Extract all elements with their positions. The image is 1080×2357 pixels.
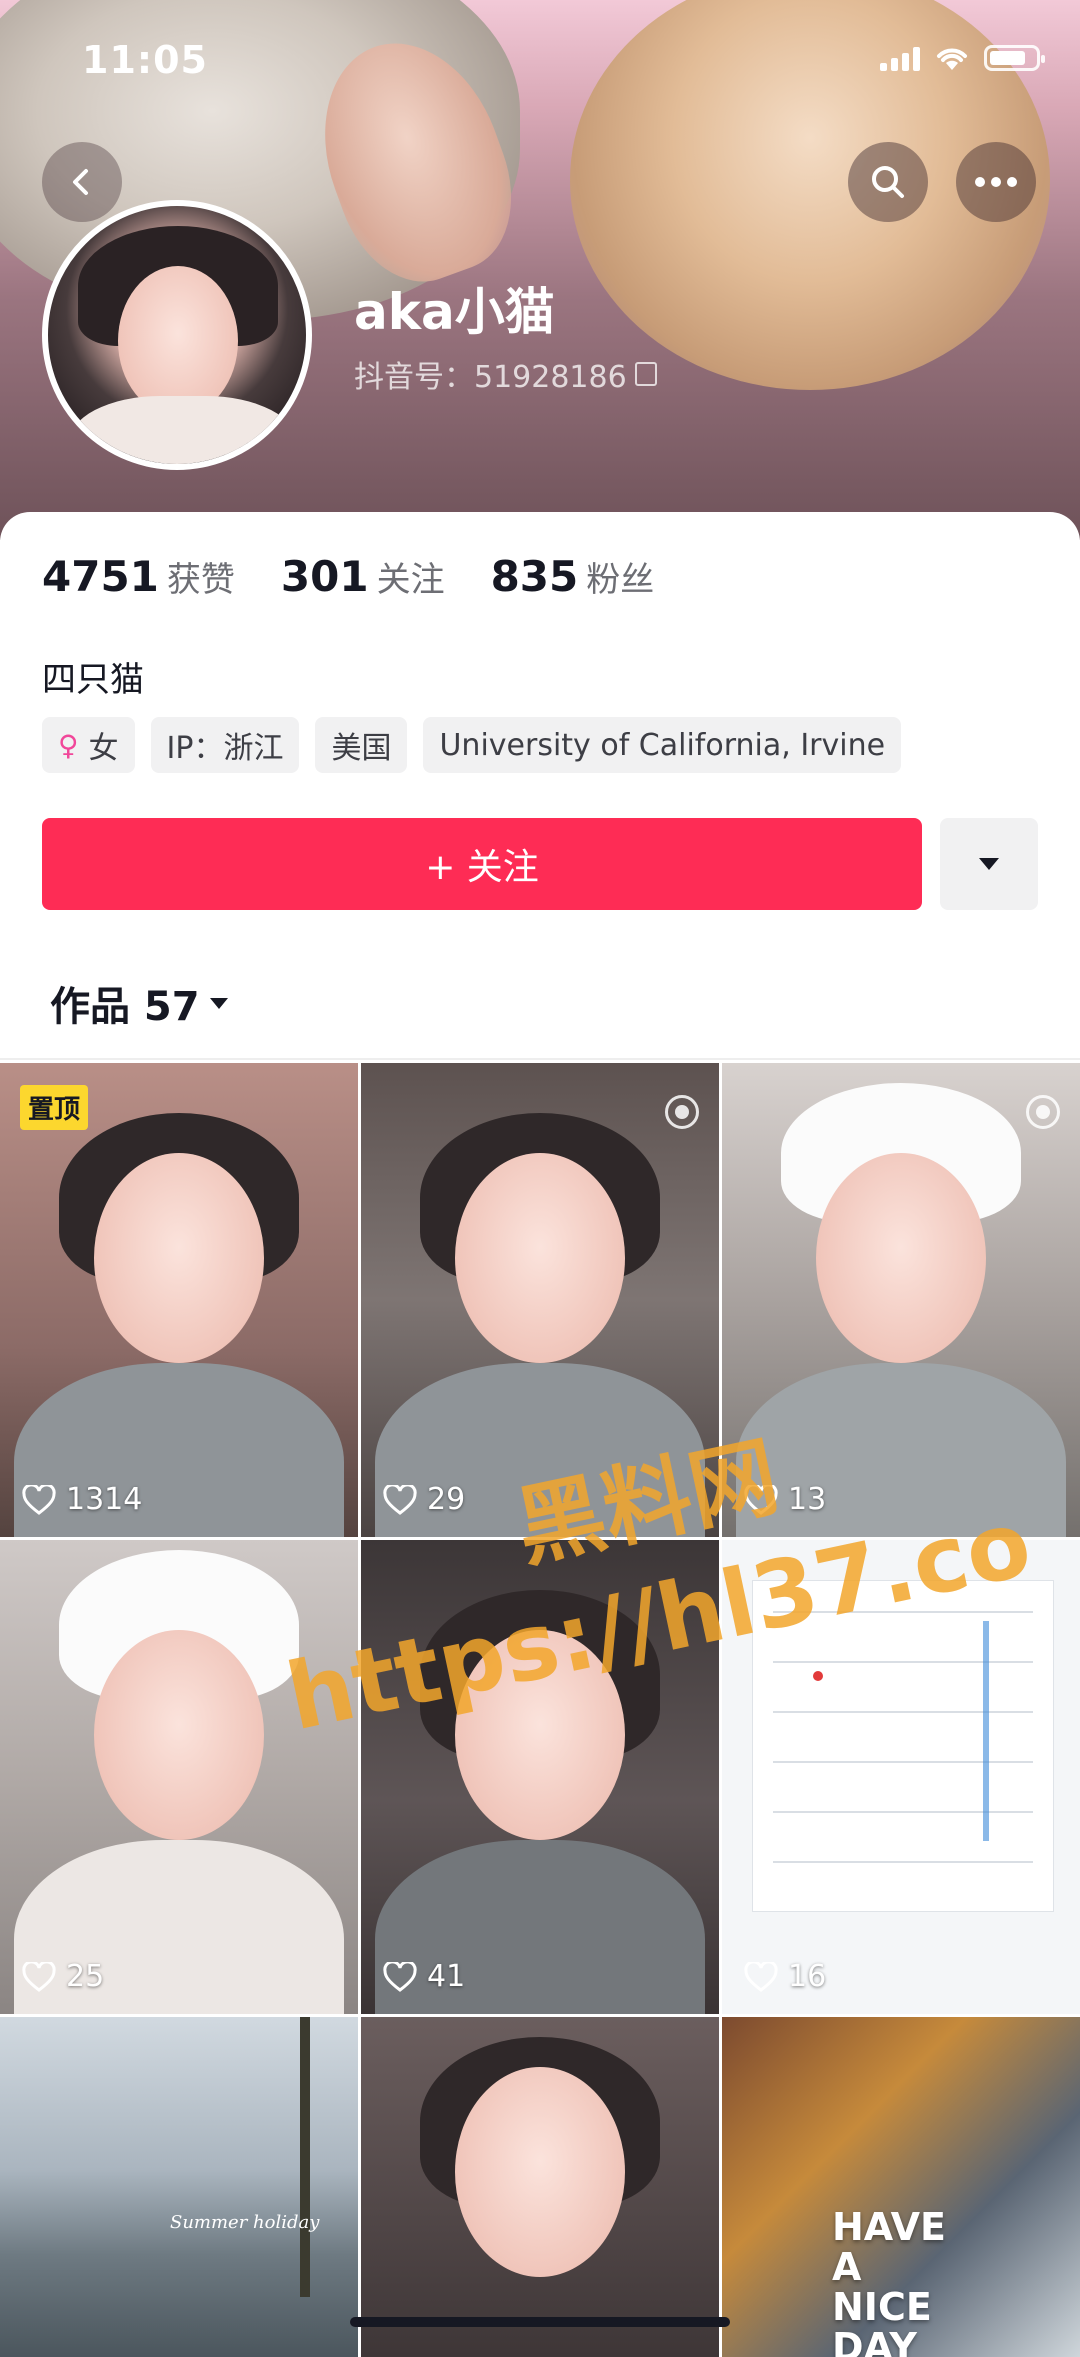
avatar[interactable] — [42, 200, 312, 470]
wifi-icon — [937, 48, 967, 70]
douyin-id-text: 抖音号：51928186 — [354, 360, 627, 395]
document-screenshot — [752, 1580, 1054, 1912]
work-item[interactable]: 41 — [361, 1540, 719, 2014]
like-count: 13 — [744, 1482, 826, 1517]
heart-icon — [22, 1961, 56, 1992]
stat-following-value: 301 — [280, 552, 369, 601]
work-item[interactable]: 置顶 1314 — [0, 1063, 358, 1537]
more-button[interactable] — [956, 142, 1036, 222]
work-item[interactable]: Summer holiday — [0, 2017, 358, 2357]
bio: 四只猫 — [42, 660, 144, 700]
home-indicator — [350, 2317, 730, 2327]
live-icon — [665, 1095, 699, 1129]
follow-more-button[interactable] — [940, 818, 1038, 910]
heart-icon — [744, 1484, 778, 1515]
signal-icon — [880, 45, 920, 71]
work-item[interactable]: 16 — [722, 1540, 1080, 2014]
back-icon — [73, 169, 88, 195]
douyin-id[interactable]: 抖音号：51928186 — [354, 352, 657, 396]
work-overlay-text: HAVE A NICE DAY — [832, 2205, 946, 2357]
like-count: 25 — [22, 1959, 104, 1994]
follow-button[interactable]: + 关注 — [42, 818, 922, 910]
tag-ip: IP：浙江 — [150, 717, 300, 773]
stats-row: 4751 获赞 301 关注 835 粉丝 — [42, 552, 654, 601]
back-button[interactable] — [42, 142, 122, 222]
heart-icon — [744, 1961, 778, 1992]
heart-icon — [22, 1484, 56, 1515]
tags-row: ♀ 女 IP：浙江 美国 University of California, I… — [42, 717, 902, 773]
work-item[interactable]: 25 — [0, 1540, 358, 2014]
tag-gender: ♀ 女 — [42, 717, 135, 773]
copy-icon[interactable] — [634, 362, 657, 386]
palm-tree — [300, 2017, 310, 2297]
tag-school[interactable]: University of California, Irvine — [423, 717, 902, 773]
tag-country: 美国 — [315, 717, 408, 773]
triangle-down-icon — [979, 858, 999, 870]
status-icons — [880, 44, 1045, 72]
stat-followers-label: 粉丝 — [586, 560, 655, 600]
search-button[interactable] — [848, 142, 928, 222]
tag-gender-label: 女 — [88, 731, 119, 766]
stat-following-label: 关注 — [376, 560, 445, 600]
stat-likes-value: 4751 — [42, 552, 159, 601]
stat-likes-label: 获赞 — [166, 560, 235, 600]
stat-following[interactable]: 301 关注 — [281, 552, 445, 601]
stat-followers-value: 835 — [490, 552, 579, 601]
work-item[interactable]: 13 — [722, 1063, 1080, 1537]
work-item[interactable]: 29 — [361, 1063, 719, 1537]
status-time: 11:05 — [82, 38, 208, 82]
divider — [0, 1058, 1080, 1060]
tab-works-label: 作品 57 — [50, 984, 200, 1030]
work-overlay-text: Summer holiday — [170, 2212, 320, 2233]
stat-likes[interactable]: 4751 获赞 — [42, 552, 235, 601]
stat-followers[interactable]: 835 粉丝 — [491, 552, 655, 601]
pinned-badge: 置顶 — [20, 1085, 89, 1130]
heart-icon — [383, 1484, 417, 1515]
live-icon — [1026, 1095, 1060, 1129]
like-count: 41 — [383, 1959, 465, 1994]
triangle-down-icon — [209, 998, 228, 1009]
female-icon: ♀ — [58, 728, 79, 762]
heart-icon — [383, 1961, 417, 1992]
more-icon — [975, 177, 1017, 187]
work-item[interactable]: HAVE A NICE DAY — [722, 2017, 1080, 2357]
nickname: aka小猫 — [354, 283, 555, 341]
battery-icon — [984, 45, 1045, 71]
tab-works[interactable]: 作品 57 — [50, 974, 230, 1032]
like-count: 16 — [744, 1959, 826, 1994]
like-count: 1314 — [22, 1482, 142, 1517]
like-count: 29 — [383, 1482, 465, 1517]
work-item[interactable] — [361, 2017, 719, 2357]
search-icon — [872, 166, 904, 198]
